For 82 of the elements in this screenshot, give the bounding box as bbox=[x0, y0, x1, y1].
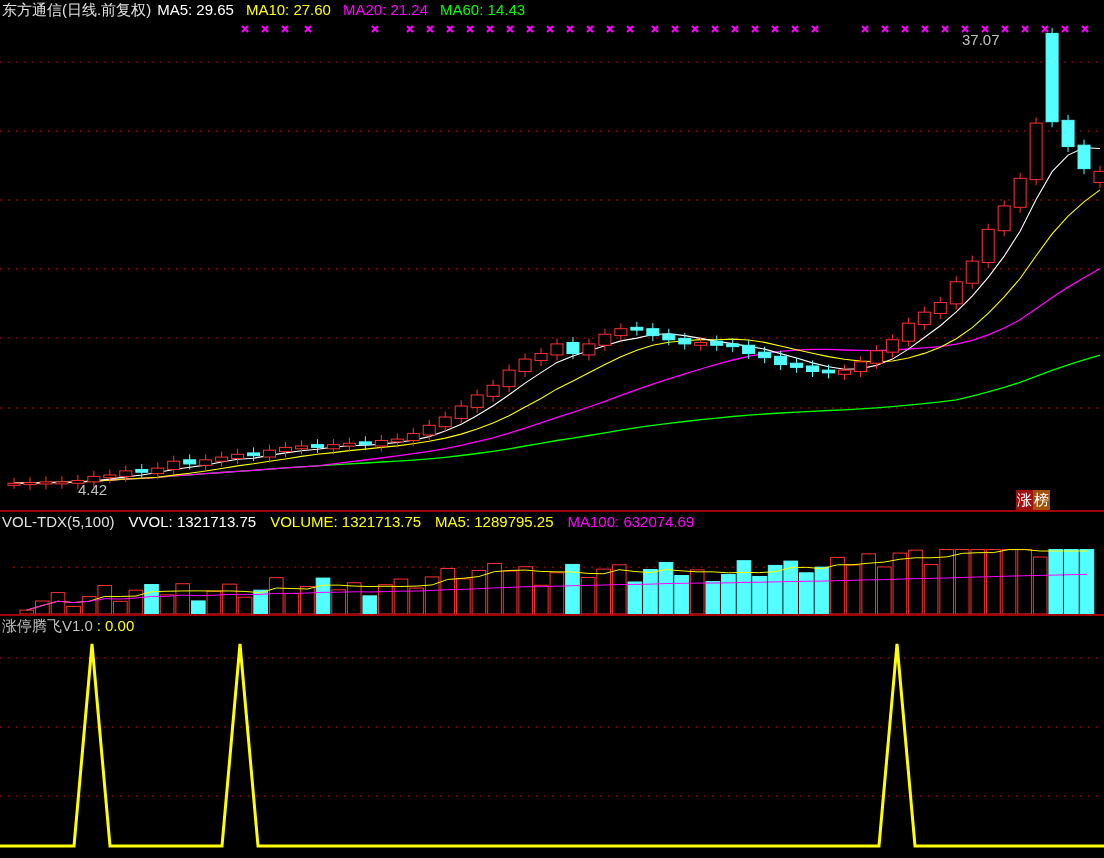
legend-value: MA5: 29.65 bbox=[157, 0, 234, 20]
candlestick bbox=[1013, 172, 1027, 214]
candlestick bbox=[901, 317, 915, 348]
candlestick bbox=[646, 322, 660, 342]
legend-value: VOLUME: 1321713.75 bbox=[270, 512, 422, 532]
candlestick bbox=[566, 336, 580, 360]
candlestick bbox=[518, 353, 532, 378]
candlestick bbox=[263, 444, 277, 464]
candlestick bbox=[183, 453, 197, 470]
candlestick bbox=[470, 388, 484, 414]
candlestick bbox=[358, 435, 372, 451]
candlestick bbox=[949, 275, 963, 310]
candlestick bbox=[342, 437, 356, 453]
candlestick bbox=[981, 223, 995, 269]
candlestick bbox=[422, 419, 436, 441]
candlestick bbox=[1029, 117, 1043, 186]
chart-title: 东方通信(日线.前复权) bbox=[2, 0, 152, 20]
candlestick bbox=[279, 441, 292, 458]
candlestick bbox=[614, 322, 628, 342]
candlestick bbox=[454, 400, 468, 425]
candlestick bbox=[678, 332, 692, 350]
candlestick bbox=[135, 463, 149, 479]
candlestick bbox=[822, 364, 835, 379]
candlestick bbox=[55, 475, 69, 490]
candlestick bbox=[933, 296, 947, 320]
candlestick bbox=[774, 350, 788, 371]
candlestick bbox=[390, 433, 404, 448]
candlestick bbox=[23, 476, 37, 491]
candlestick bbox=[231, 448, 245, 465]
high-price-label: 37.07 bbox=[962, 30, 1000, 50]
candlestick bbox=[294, 440, 308, 455]
candlestick bbox=[406, 427, 420, 447]
rank-badge: 涨 bbox=[1016, 490, 1033, 510]
candlestick bbox=[199, 453, 213, 472]
candlestick bbox=[1061, 114, 1075, 153]
volume-title: VOL-TDX(5,100) bbox=[2, 512, 115, 532]
candlestick bbox=[550, 337, 564, 361]
candlestick bbox=[1077, 139, 1091, 175]
candlestick bbox=[167, 455, 181, 476]
indicator-value: 0.00 bbox=[105, 616, 135, 636]
candlestick bbox=[582, 337, 596, 361]
legend-value: MA60: 14.43 bbox=[440, 0, 526, 20]
candlestick bbox=[598, 328, 612, 352]
candlestick bbox=[438, 411, 452, 433]
legend-value: VVOL: 1321713.75 bbox=[128, 512, 257, 532]
candlestick bbox=[534, 347, 548, 367]
candlestick bbox=[502, 364, 516, 393]
indicator-title: 涨停腾飞V1.0 bbox=[2, 616, 93, 636]
candlestick bbox=[694, 336, 708, 352]
candlestick bbox=[39, 475, 53, 490]
rank-badge: 榜 bbox=[1033, 490, 1050, 510]
candlestick bbox=[885, 333, 899, 359]
legend-value: MA20: 21.24 bbox=[342, 0, 428, 20]
candlestick bbox=[997, 199, 1011, 237]
candlestick bbox=[215, 451, 229, 468]
candlestick bbox=[119, 464, 133, 483]
candlestick bbox=[374, 434, 388, 453]
candlestick bbox=[790, 357, 804, 374]
candlestick bbox=[103, 469, 117, 484]
candlestick bbox=[310, 438, 324, 454]
candlestick bbox=[247, 446, 261, 462]
legend-value: MA10: 27.60 bbox=[245, 0, 331, 20]
candlestick bbox=[630, 321, 644, 337]
candlestick bbox=[837, 364, 851, 381]
legend-value: MA100: 632074.69 bbox=[567, 512, 695, 532]
candlestick bbox=[326, 438, 340, 455]
candlestick bbox=[853, 355, 867, 378]
candlestick bbox=[486, 379, 500, 403]
candlestick bbox=[662, 328, 676, 346]
candlestick bbox=[7, 477, 21, 490]
candlestick bbox=[806, 359, 820, 378]
candlestick bbox=[710, 335, 724, 352]
legend-value: MA5: 1289795.25 bbox=[435, 512, 554, 532]
candlestick bbox=[869, 344, 883, 370]
candlestick bbox=[151, 462, 165, 480]
candlestick bbox=[758, 346, 772, 364]
candlestick bbox=[965, 255, 979, 290]
candlestick bbox=[726, 337, 740, 353]
indicator-separator: : bbox=[96, 616, 102, 636]
candlestick bbox=[742, 339, 756, 360]
candlestick bbox=[917, 306, 931, 331]
low-price-label: 4.42 bbox=[78, 480, 108, 500]
